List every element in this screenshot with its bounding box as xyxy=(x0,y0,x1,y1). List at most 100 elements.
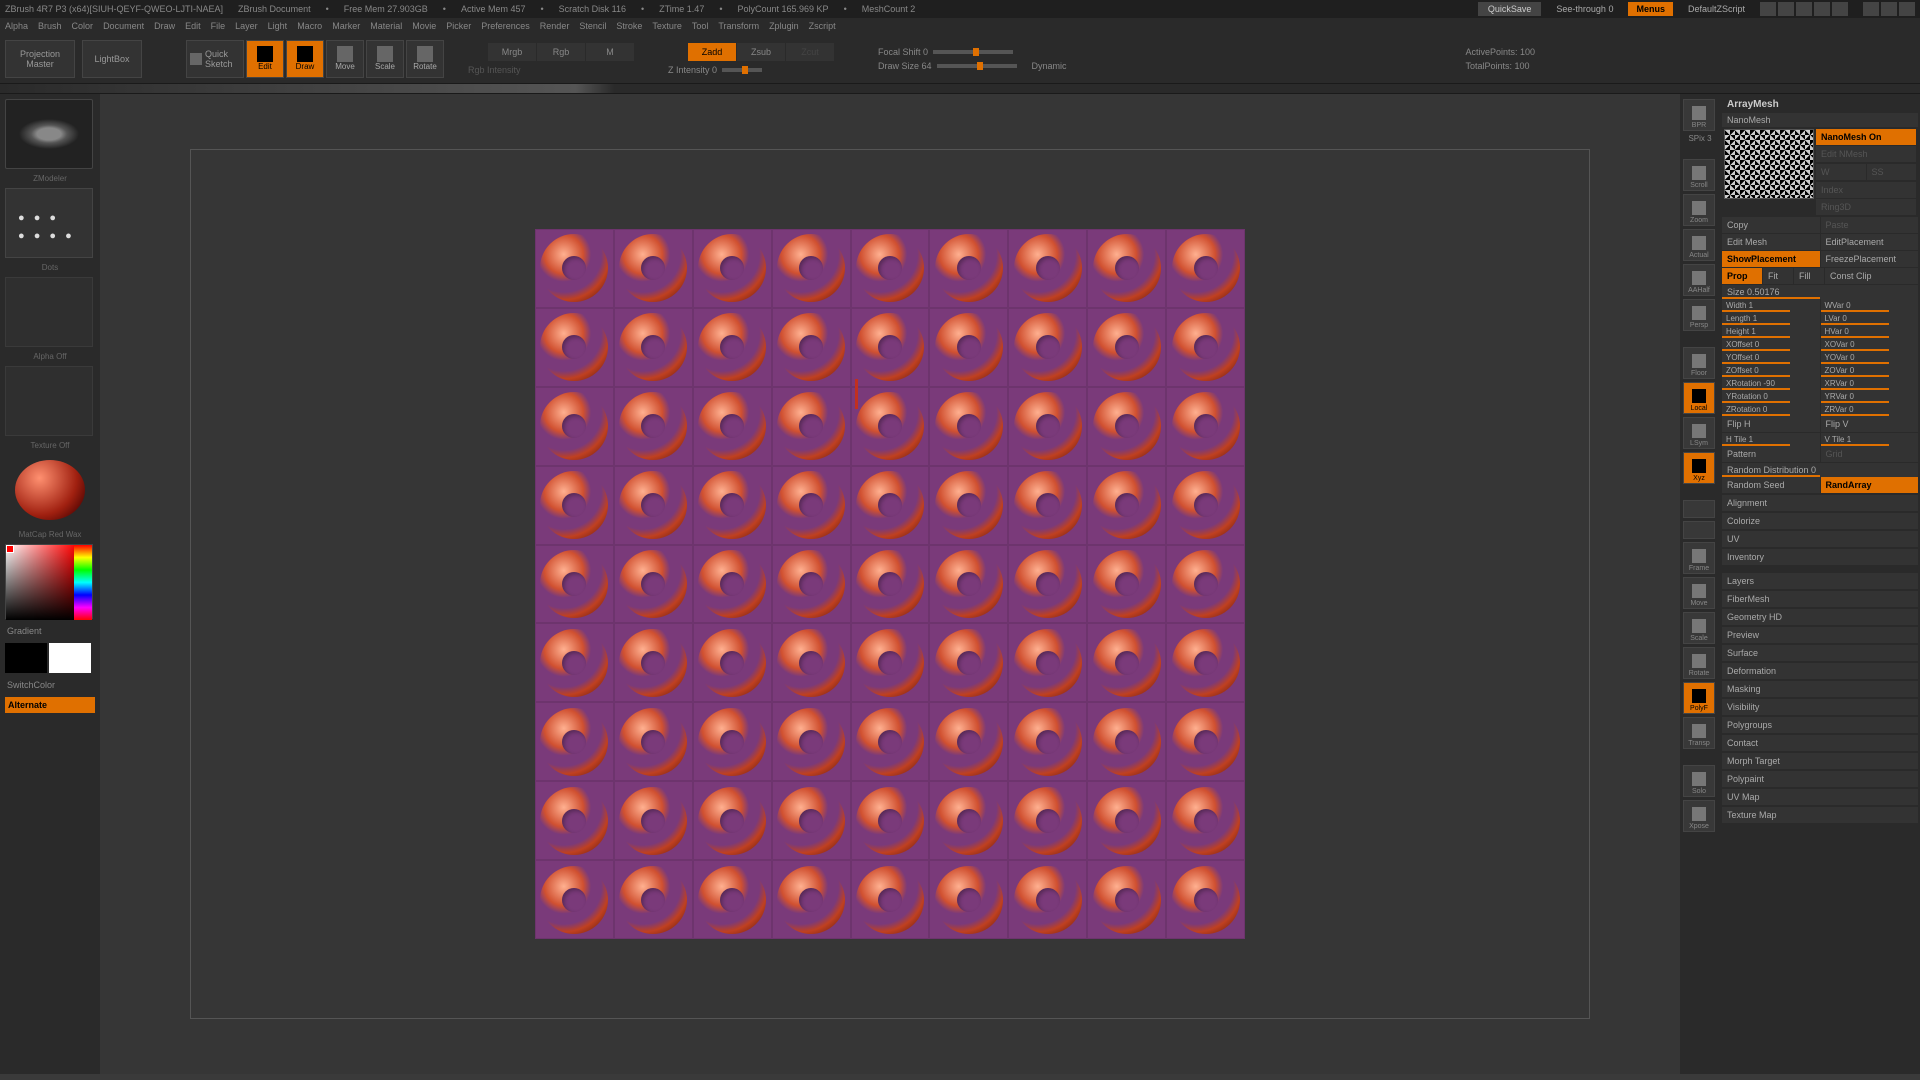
pattern-label[interactable]: Pattern xyxy=(1722,446,1820,462)
zsub-button[interactable]: Zsub xyxy=(737,43,785,61)
stroke-thumb[interactable] xyxy=(5,188,93,258)
yrvar-slider[interactable]: YRVar 0 xyxy=(1821,390,1919,403)
torus-instance[interactable] xyxy=(935,392,1003,460)
torus-instance[interactable] xyxy=(698,629,766,697)
layout-icon[interactable] xyxy=(1760,2,1776,16)
material-thumb[interactable] xyxy=(15,460,85,520)
draw-size-label[interactable]: Draw Size 64 xyxy=(878,61,932,71)
brush-thumb[interactable] xyxy=(5,99,93,169)
torus-instance[interactable] xyxy=(1172,392,1240,460)
torus-instance[interactable] xyxy=(619,629,687,697)
torus-instance[interactable] xyxy=(540,234,608,302)
draw-button[interactable]: Draw xyxy=(286,40,324,78)
torus-instance[interactable] xyxy=(1172,787,1240,855)
fit-button[interactable]: Fit xyxy=(1763,268,1793,284)
torus-instance[interactable] xyxy=(1093,629,1161,697)
minimize-icon[interactable] xyxy=(1863,2,1879,16)
panel-section[interactable]: FiberMesh xyxy=(1722,591,1918,607)
torus-instance[interactable] xyxy=(1014,629,1082,697)
size-slider[interactable]: Size 0.50176 xyxy=(1722,285,1918,299)
xyz-button[interactable]: Xyz xyxy=(1683,452,1715,484)
zcut-button[interactable]: Zcut xyxy=(786,43,834,61)
zrotation-slider[interactable]: ZRotation 0 xyxy=(1722,403,1820,416)
menu-item[interactable]: Movie xyxy=(412,21,436,31)
texture-thumb[interactable] xyxy=(5,366,93,436)
panel-section[interactable]: UV Map xyxy=(1722,789,1918,805)
torus-instance[interactable] xyxy=(935,471,1003,539)
close-icon[interactable] xyxy=(1899,2,1915,16)
fliph-button[interactable]: Flip H xyxy=(1722,416,1820,432)
torus-instance[interactable] xyxy=(1093,866,1161,934)
torus-instance[interactable] xyxy=(1172,866,1240,934)
torus-instance[interactable] xyxy=(777,787,845,855)
torus-instance[interactable] xyxy=(1093,392,1161,460)
actual-button[interactable]: Actual xyxy=(1683,229,1715,261)
move-view-button[interactable]: Move xyxy=(1683,577,1715,609)
spix-slider[interactable]: SPix 3 xyxy=(1683,134,1717,143)
torus-instance[interactable] xyxy=(856,234,924,302)
panel-section[interactable]: Preview xyxy=(1722,627,1918,643)
uv-section[interactable]: UV xyxy=(1722,531,1918,547)
menu-item[interactable]: Material xyxy=(370,21,402,31)
zovar-slider[interactable]: ZOVar 0 xyxy=(1821,364,1919,377)
nanomesh-thumb[interactable] xyxy=(1724,129,1814,199)
transp-button[interactable]: Transp xyxy=(1683,717,1715,749)
torus-instance[interactable] xyxy=(777,708,845,776)
projection-master-button[interactable]: Projection Master xyxy=(5,40,75,78)
colorize-section[interactable]: Colorize xyxy=(1722,513,1918,529)
torus-instance[interactable] xyxy=(540,392,608,460)
freezeplacement-button[interactable]: FreezePlacement xyxy=(1821,251,1919,267)
panel-section[interactable]: Polygroups xyxy=(1722,717,1918,733)
panel-section[interactable]: Surface xyxy=(1722,645,1918,661)
menu-item[interactable]: Draw xyxy=(154,21,175,31)
mrgb-button[interactable]: Mrgb xyxy=(488,43,536,61)
panel-section[interactable]: Deformation xyxy=(1722,663,1918,679)
menus-button[interactable]: Menus xyxy=(1628,2,1673,16)
xoffset-slider[interactable]: XOffset 0 xyxy=(1722,338,1820,351)
torus-instance[interactable] xyxy=(1172,313,1240,381)
torus-instance[interactable] xyxy=(540,866,608,934)
panel-section[interactable]: Geometry HD xyxy=(1722,609,1918,625)
torus-instance[interactable] xyxy=(856,313,924,381)
z-button[interactable] xyxy=(1683,521,1715,539)
zoffset-slider[interactable]: ZOffset 0 xyxy=(1722,364,1820,377)
layout-icon[interactable] xyxy=(1832,2,1848,16)
edit-button[interactable]: Edit xyxy=(246,40,284,78)
torus-instance[interactable] xyxy=(1014,392,1082,460)
inventory-section[interactable]: Inventory xyxy=(1722,549,1918,565)
panel-section[interactable]: Visibility xyxy=(1722,699,1918,715)
torus-instance[interactable] xyxy=(540,629,608,697)
randomseed-button[interactable]: Random Seed xyxy=(1722,477,1820,493)
torus-instance[interactable] xyxy=(856,550,924,618)
torus-instance[interactable] xyxy=(540,550,608,618)
torus-instance[interactable] xyxy=(619,313,687,381)
switchcolor-button[interactable]: SwitchColor xyxy=(5,678,95,692)
swatch-white[interactable] xyxy=(49,643,91,673)
menu-item[interactable]: Light xyxy=(268,21,288,31)
editmesh-button[interactable]: Edit Mesh xyxy=(1722,234,1820,250)
randarray-button[interactable]: RandArray xyxy=(1821,477,1919,493)
frame-button[interactable]: Frame xyxy=(1683,542,1715,574)
rotate-view-button[interactable]: Rotate xyxy=(1683,647,1715,679)
rgb-button[interactable]: Rgb xyxy=(537,43,585,61)
torus-instance[interactable] xyxy=(1093,708,1161,776)
torus-instance[interactable] xyxy=(777,866,845,934)
nanomesh-subheader[interactable]: NanoMesh xyxy=(1722,113,1918,127)
random-distribution-slider[interactable]: Random Distribution 0 xyxy=(1722,463,1918,477)
xpose-button[interactable]: Xpose xyxy=(1683,800,1715,832)
torus-instance[interactable] xyxy=(540,708,608,776)
yovar-slider[interactable]: YOVar 0 xyxy=(1821,351,1919,364)
panel-section[interactable]: Morph Target xyxy=(1722,753,1918,769)
torus-instance[interactable] xyxy=(1172,708,1240,776)
vtile-slider[interactable]: V Tile 1 xyxy=(1821,433,1919,446)
index-field[interactable]: Index xyxy=(1816,182,1916,198)
move-button[interactable]: Move xyxy=(326,40,364,78)
alignment-section[interactable]: Alignment xyxy=(1722,495,1918,511)
menu-item[interactable]: Preferences xyxy=(481,21,530,31)
htile-slider[interactable]: H Tile 1 xyxy=(1722,433,1820,446)
torus-instance[interactable] xyxy=(1093,471,1161,539)
lightbox-button[interactable]: LightBox xyxy=(82,40,142,78)
canvas[interactable] xyxy=(100,94,1680,1074)
quicksave-button[interactable]: QuickSave xyxy=(1478,2,1542,16)
persp-button[interactable]: Persp xyxy=(1683,299,1715,331)
